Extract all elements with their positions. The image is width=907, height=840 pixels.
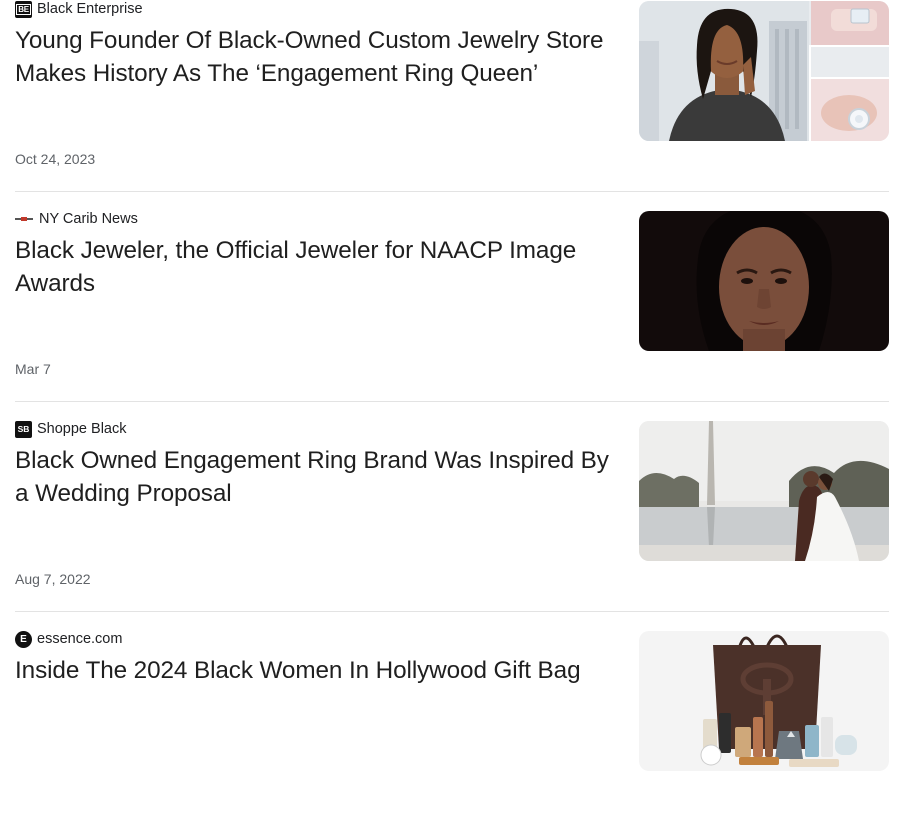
article-card[interactable]: E essence.com Inside The 2024 Black Wome… xyxy=(15,630,889,840)
article-card[interactable]: BE Black Enterprise Young Founder Of Bla… xyxy=(15,0,889,210)
source-name: Shoppe Black xyxy=(37,421,127,437)
article-date: Aug 7, 2022 xyxy=(15,571,91,587)
article-source[interactable]: SB Shoppe Black xyxy=(15,420,126,438)
article-source[interactable]: BE Black Enterprise xyxy=(15,0,143,18)
article-headline[interactable]: Black Jeweler, the Official Jeweler for … xyxy=(15,234,625,300)
source-name: NY Carib News xyxy=(39,211,138,227)
source-name: Black Enterprise xyxy=(37,1,143,17)
article-source[interactable]: E essence.com xyxy=(15,630,122,648)
news-feed: BE Black Enterprise Young Founder Of Bla… xyxy=(15,0,889,840)
article-divider xyxy=(15,191,889,192)
article-headline[interactable]: Black Owned Engagement Ring Brand Was In… xyxy=(15,444,625,510)
essence-logo-icon: E xyxy=(15,630,32,648)
shoppe-black-logo-icon: SB xyxy=(15,420,32,438)
article-divider xyxy=(15,611,889,612)
article-card[interactable]: NY Carib News Black Jeweler, the Officia… xyxy=(15,210,889,420)
article-source[interactable]: NY Carib News xyxy=(15,210,138,228)
article-thumbnail[interactable] xyxy=(639,631,889,771)
article-thumbnail[interactable] xyxy=(639,1,889,141)
article-thumbnail[interactable] xyxy=(639,421,889,561)
ny-carib-news-logo-icon xyxy=(15,217,33,221)
article-thumbnail[interactable] xyxy=(639,211,889,351)
article-card[interactable]: SB Shoppe Black Black Owned Engagement R… xyxy=(15,420,889,630)
black-enterprise-logo-icon: BE xyxy=(15,0,32,18)
article-divider xyxy=(15,401,889,402)
source-name: essence.com xyxy=(37,631,123,647)
article-headline[interactable]: Young Founder Of Black-Owned Custom Jewe… xyxy=(15,24,625,90)
article-headline[interactable]: Inside The 2024 Black Women In Hollywood… xyxy=(15,654,625,687)
article-date: Mar 7 xyxy=(15,361,51,377)
article-date: Oct 24, 2023 xyxy=(15,151,96,167)
